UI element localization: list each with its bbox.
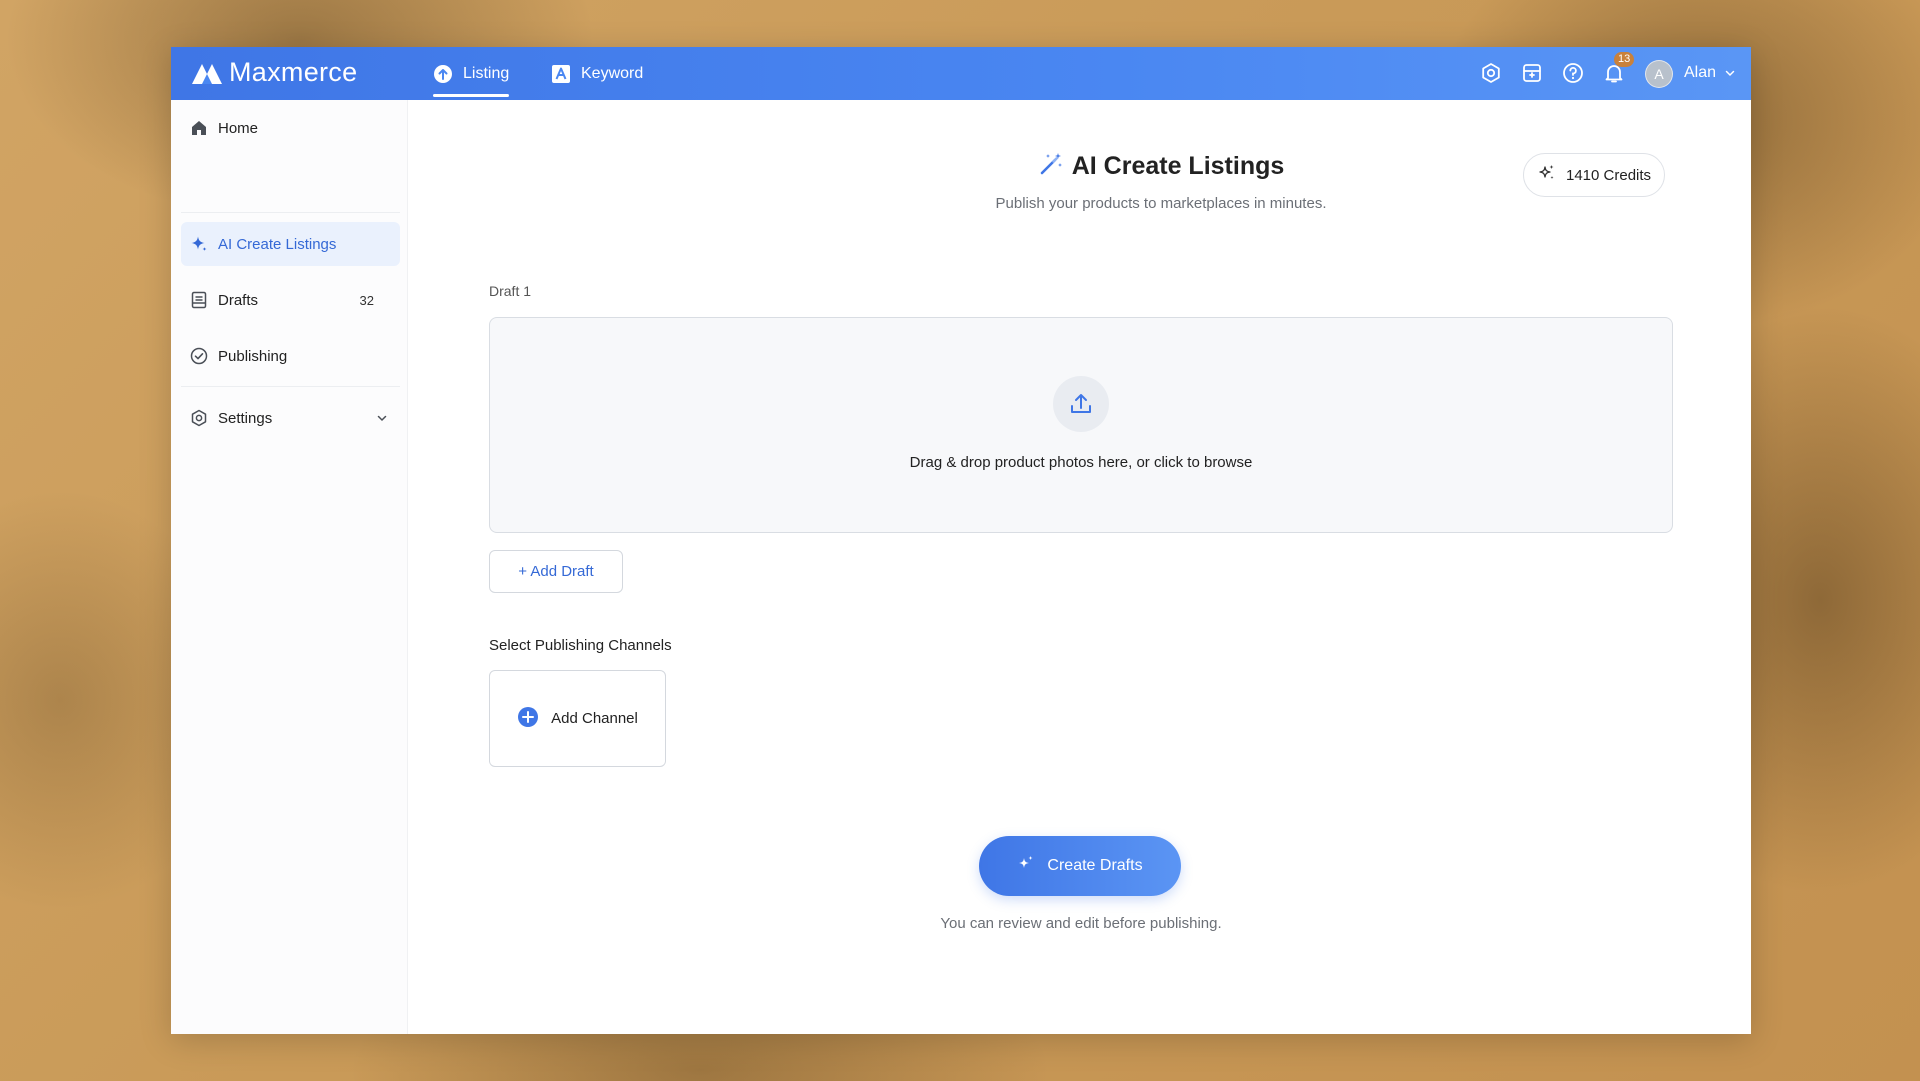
- create-drafts-button[interactable]: Create Drafts: [979, 836, 1181, 896]
- sparkle-icon: [189, 234, 209, 254]
- tab-label: Keyword: [581, 64, 644, 82]
- page-header: AI Create Listings: [961, 151, 1361, 182]
- sidebar: Home AI Create Listings Drafts 32 Publis…: [171, 100, 408, 1034]
- sidebar-item-label: Drafts: [218, 291, 259, 309]
- chevron-down-icon[interactable]: [1724, 67, 1736, 79]
- sidebar-item-drafts[interactable]: Drafts 32: [181, 278, 400, 322]
- sidebar-item-label: AI Create Listings: [218, 235, 337, 253]
- logo-mark-icon: [192, 63, 222, 84]
- settings-icon[interactable]: [1479, 61, 1503, 85]
- add-channel-button[interactable]: Add Channel: [489, 670, 666, 767]
- dropzone-text: Drag & drop product photos here, or clic…: [909, 454, 1253, 471]
- user-name[interactable]: Alan: [1684, 64, 1716, 82]
- upload-circle-icon: [433, 64, 453, 84]
- keyword-a-icon: [551, 64, 571, 84]
- store-icon[interactable]: [1520, 61, 1544, 85]
- sidebar-divider: [181, 212, 400, 213]
- drafts-count: 32: [359, 292, 374, 308]
- sparkle-icon: [1538, 164, 1556, 186]
- add-channel-label: Add Channel: [551, 710, 638, 727]
- page-title: AI Create Listings: [1071, 152, 1285, 180]
- drafts-icon: [189, 290, 209, 310]
- sidebar-item-label: Home: [218, 119, 259, 137]
- sparkle-icon: [1017, 855, 1035, 878]
- channels-label: Select Publishing Channels: [489, 637, 672, 654]
- check-circle-icon: [189, 346, 209, 366]
- home-icon: [189, 118, 209, 138]
- publish-footnote: You can review and edit before publishin…: [940, 915, 1222, 932]
- page-subtitle: Publish your products to marketplaces in…: [995, 195, 1327, 212]
- tab-listing[interactable]: Listing: [433, 47, 510, 100]
- app-logo[interactable]: Maxmerce: [191, 57, 357, 88]
- add-draft-button[interactable]: + Add Draft: [489, 550, 623, 593]
- tab-keyword[interactable]: Keyword: [551, 47, 643, 100]
- help-icon[interactable]: [1561, 61, 1585, 85]
- sidebar-item-label: Publishing: [218, 347, 288, 365]
- app-name: Maxmerce: [229, 57, 358, 87]
- sidebar-item-settings[interactable]: Settings: [181, 396, 400, 440]
- draft-label: Draft 1: [489, 283, 532, 299]
- notification-badge: 13: [1614, 52, 1635, 67]
- upload-icon: [1053, 376, 1109, 432]
- credits-badge[interactable]: 1410 Credits: [1523, 153, 1666, 197]
- avatar[interactable]: A: [1645, 60, 1673, 88]
- sidebar-item-label: Settings: [218, 409, 273, 427]
- sidebar-divider: [181, 386, 400, 387]
- magic-wand-icon: [1038, 151, 1064, 182]
- chevron-down-icon[interactable]: [376, 412, 388, 424]
- credits-label: 1410 Credits: [1566, 166, 1652, 184]
- settings-icon: [189, 408, 209, 428]
- create-drafts-label: Create Drafts: [1047, 857, 1143, 874]
- app-window: Maxmerce Listing Keyword 13 A Alan Home …: [171, 47, 1751, 1034]
- plus-circle-icon: [517, 706, 539, 732]
- sidebar-item-home[interactable]: Home: [181, 106, 400, 150]
- sidebar-item-ai-create-listings[interactable]: AI Create Listings: [181, 222, 400, 266]
- tab-label: Listing: [463, 64, 510, 82]
- sidebar-item-publishing[interactable]: Publishing: [181, 334, 400, 378]
- top-bar: Maxmerce Listing Keyword 13 A Alan: [171, 47, 1751, 100]
- photo-dropzone[interactable]: Drag & drop product photos here, or clic…: [489, 317, 1673, 533]
